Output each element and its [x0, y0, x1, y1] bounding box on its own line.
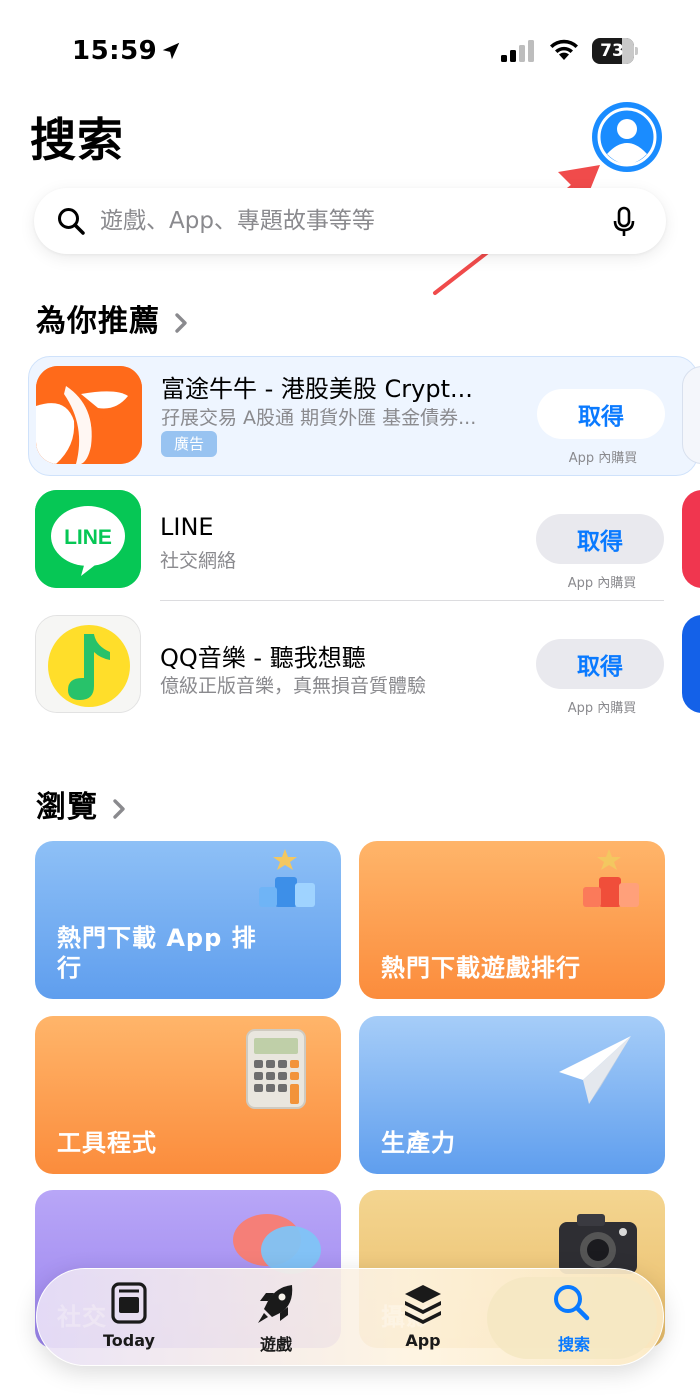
- status-bar: 15:59 73: [0, 0, 700, 100]
- app-name: QQ音樂 - 聽我想聽: [160, 644, 366, 672]
- in-app-purchase-note: App 內購買: [567, 701, 637, 716]
- account-button[interactable]: [592, 102, 662, 172]
- in-app-purchase-note: App 內購買: [568, 451, 638, 466]
- chevron-right-icon: [113, 798, 125, 819]
- app-subtitle: 孖展交易 A股通 期貨外匯 基金債券...: [161, 407, 477, 429]
- battery-indicator: 73: [592, 38, 638, 64]
- tile-label: 工具程式: [57, 1129, 157, 1157]
- tile-label: 熱門下載 App 排行: [57, 924, 257, 982]
- tab-label: Today: [103, 1331, 155, 1350]
- tile-top-apps[interactable]: 熱門下載 App 排行: [35, 841, 341, 999]
- paper-plane-icon: [559, 1036, 631, 1104]
- line-app-icon: LINE: [35, 490, 141, 588]
- ad-badge: 廣告: [161, 431, 217, 457]
- tile-label: 生產力: [381, 1129, 456, 1157]
- location-arrow-icon: [162, 42, 180, 60]
- row-divider: [160, 600, 664, 601]
- status-time: 15:59: [72, 36, 158, 66]
- in-app-purchase-note: App 內購買: [567, 576, 637, 591]
- tab-label: 遊戲: [259, 1335, 292, 1354]
- search-input[interactable]: [100, 188, 600, 254]
- search-icon: [554, 1285, 590, 1321]
- tab-bar: Today 遊戲 App 搜索: [36, 1268, 664, 1366]
- browse-section-title: 瀏覽: [36, 790, 98, 825]
- app-row-qq-music[interactable]: QQ音樂 - 聽我想聽 億級正版音樂，真無損音質體驗 取得 App 內購買: [0, 606, 700, 726]
- tile-top-games[interactable]: 熱門下載遊戲排行: [359, 841, 665, 999]
- next-card-peek: [682, 615, 700, 713]
- recommended-section-header[interactable]: 為你推薦: [36, 296, 190, 340]
- app-subtitle: 億級正版音樂，真無損音質體驗: [160, 675, 427, 697]
- get-button-futu[interactable]: 取得: [537, 389, 665, 439]
- futu-app-icon: [36, 366, 142, 464]
- page-title: 搜索: [30, 113, 124, 167]
- tab-today[interactable]: Today: [54, 1269, 204, 1365]
- browse-section-header[interactable]: 瀏覽: [36, 782, 128, 826]
- wifi-icon: [550, 39, 578, 60]
- tab-apps[interactable]: App: [348, 1269, 498, 1365]
- svg-text:LINE: LINE: [64, 526, 112, 549]
- app-store-search-page: 15:59 73 搜索 遊戲、App、專題故事等等 為你推薦 富途牛牛 - 港股…: [0, 0, 700, 1400]
- stack-icon: [405, 1285, 441, 1324]
- tab-label: 搜索: [557, 1335, 590, 1354]
- tile-label: 熱門下載遊戲排行: [381, 954, 581, 982]
- qq-music-app-icon: [35, 615, 141, 713]
- app-name: 富途牛牛 - 港股美股 Crypt...: [161, 375, 473, 403]
- next-card-peek: [682, 366, 700, 464]
- account-avatar-icon: [594, 104, 660, 170]
- app-row-line[interactable]: LINE LINE 社交網絡 取得 App 內購買: [0, 480, 700, 600]
- battery-level: 73: [600, 41, 624, 61]
- recommended-section-title: 為你推薦: [36, 304, 160, 339]
- tile-productivity[interactable]: 生產力: [359, 1016, 665, 1174]
- tab-games[interactable]: 遊戲: [201, 1269, 351, 1365]
- trophy-podium-icon: [259, 849, 315, 907]
- trophy-podium-icon: [583, 849, 639, 907]
- app-row-futu-ad[interactable]: 富途牛牛 - 港股美股 Crypt... 孖展交易 A股通 期貨外匯 基金債券.…: [28, 356, 698, 476]
- rocket-icon: [258, 1285, 293, 1323]
- today-icon: [111, 1282, 147, 1324]
- get-button-qq-music[interactable]: 取得: [536, 639, 664, 689]
- cellular-signal-icon: [501, 40, 534, 62]
- next-card-peek: [682, 490, 700, 588]
- get-button-line[interactable]: 取得: [536, 514, 664, 564]
- tab-label: App: [405, 1331, 441, 1350]
- chevron-right-icon: [175, 312, 187, 333]
- app-subtitle: 社交網絡: [160, 550, 237, 572]
- search-icon: [58, 208, 85, 235]
- calculator-icon: [246, 1029, 306, 1109]
- tile-utilities[interactable]: 工具程式: [35, 1016, 341, 1174]
- microphone-icon[interactable]: [612, 206, 636, 238]
- search-bar[interactable]: [34, 188, 666, 254]
- app-name: LINE: [160, 513, 214, 541]
- tab-search[interactable]: 搜索: [485, 1269, 663, 1365]
